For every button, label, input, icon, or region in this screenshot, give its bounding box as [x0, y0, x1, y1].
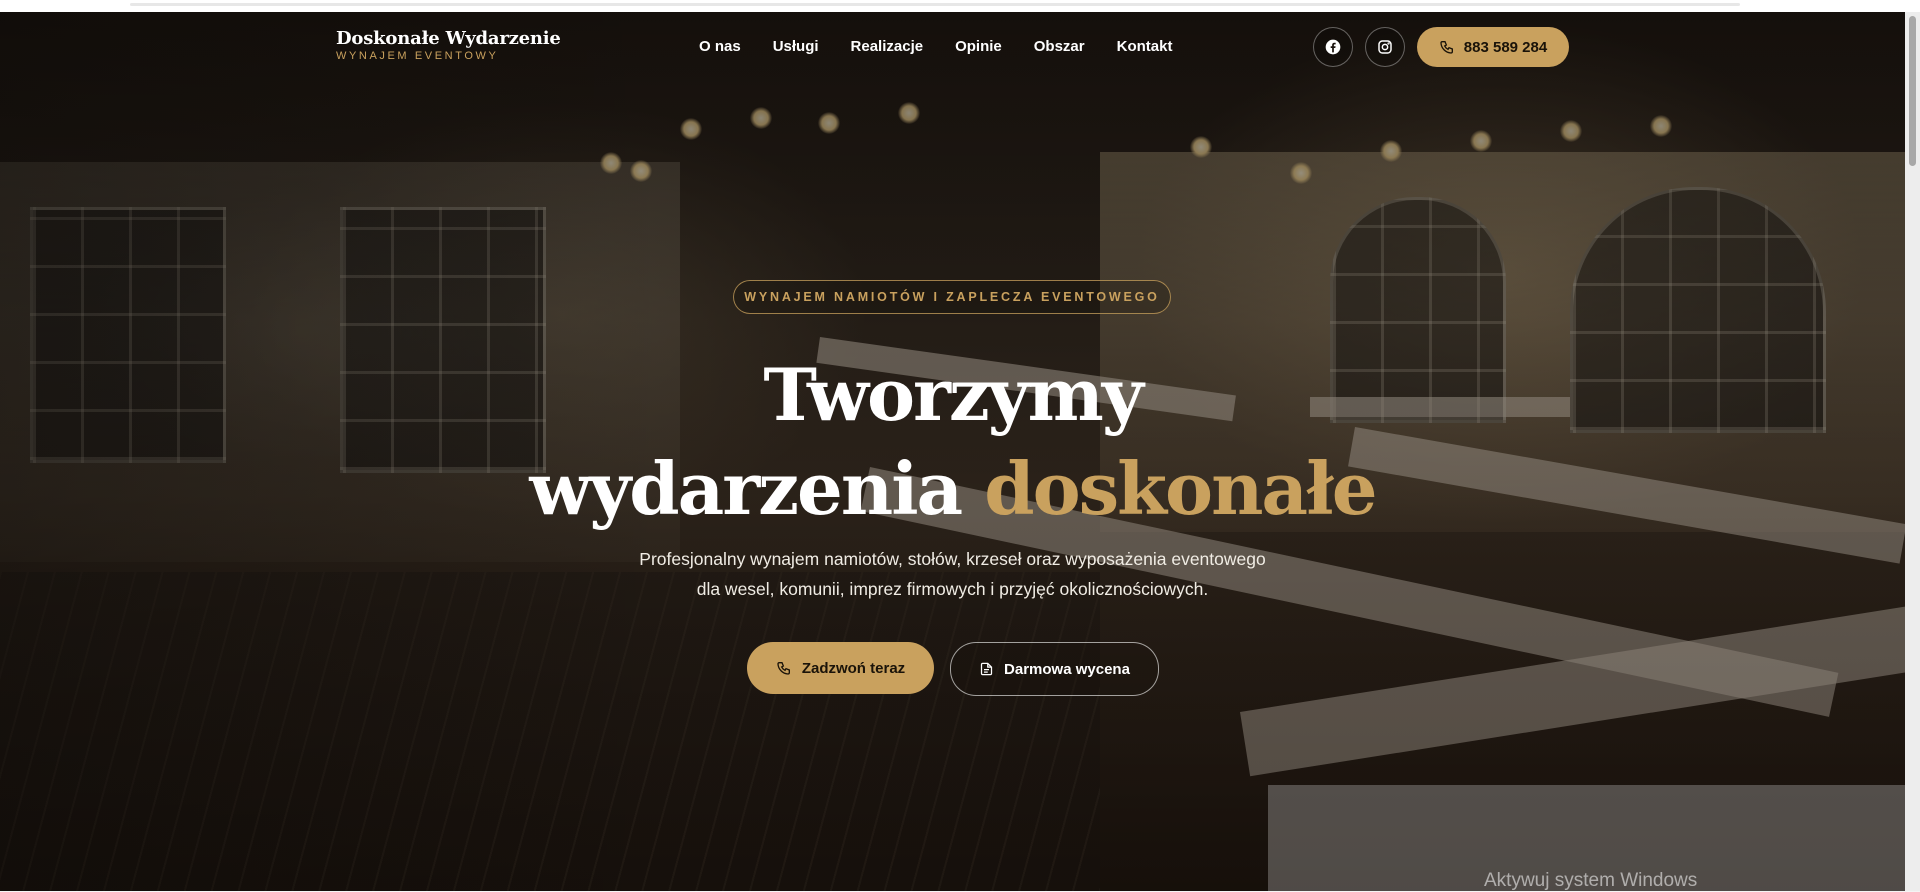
- hero-title: Tworzymy wydarzenia doskonałe: [460, 348, 1445, 536]
- brand-logo[interactable]: Doskonałe Wydarzenie WYNAJEM EVENTOWY: [336, 28, 561, 62]
- nav-item-opinie[interactable]: Opinie: [955, 38, 1002, 55]
- nav-item-obszar[interactable]: Obszar: [1034, 38, 1085, 55]
- document-icon: [980, 662, 993, 676]
- site-header: Doskonałe Wydarzenie WYNAJEM EVENTOWY O …: [0, 12, 1905, 82]
- instagram-icon: [1378, 40, 1392, 54]
- hero-description-line1: Profesjonalny wynajem namiotów, stołów, …: [639, 549, 1266, 569]
- call-now-label: Zadzwoń teraz: [801, 659, 906, 677]
- nav-item-realizacje[interactable]: Realizacje: [851, 38, 924, 55]
- facebook-icon: [1325, 39, 1341, 55]
- hero-title-line1: Tworzymy: [763, 352, 1143, 437]
- free-quote-label: Darmowa wycena: [1004, 660, 1130, 678]
- page-scrollbar[interactable]: [1905, 12, 1920, 891]
- hero-badge-text: WYNAJEM NAMIOTÓW I ZAPLECZA EVENTOWEGO: [744, 290, 1160, 304]
- hero-description-line2: dla wesel, komunii, imprez firmowych i p…: [696, 579, 1209, 599]
- phone-icon: [1440, 41, 1453, 54]
- scrollbar-thumb[interactable]: [1909, 16, 1916, 166]
- brand-subtitle: WYNAJEM EVENTOWY: [336, 50, 499, 62]
- free-quote-button[interactable]: Darmowa wycena: [950, 642, 1159, 696]
- nav-item-kontakt[interactable]: Kontakt: [1117, 38, 1173, 55]
- hero-title-line2: wydarzenia: [529, 446, 985, 531]
- browser-top-strip: [0, 0, 1920, 12]
- header-phone-number: 883 589 284: [1463, 38, 1548, 56]
- landing-page: Doskonałe Wydarzenie WYNAJEM EVENTOWY O …: [0, 12, 1905, 891]
- phone-icon: [777, 662, 790, 675]
- main-nav: O nas Usługi Realizacje Opinie Obszar Ko…: [699, 38, 1204, 55]
- instagram-button[interactable]: [1365, 27, 1405, 67]
- windows-activation-watermark: Aktywuj system Windows: [1484, 870, 1698, 891]
- browser-tab-hint: [130, 3, 1740, 6]
- nav-item-o-nas[interactable]: O nas: [699, 38, 741, 55]
- hero-badge: WYNAJEM NAMIOTÓW I ZAPLECZA EVENTOWEGO: [733, 280, 1171, 314]
- hero-description: Profesjonalny wynajem namiotów, stołów, …: [560, 544, 1345, 604]
- brand-title: Doskonałe Wydarzenie: [336, 28, 561, 49]
- header-phone-button[interactable]: 883 589 284: [1417, 27, 1569, 67]
- hero-title-accent: doskonałe: [984, 446, 1377, 531]
- facebook-button[interactable]: [1313, 27, 1353, 67]
- call-now-button[interactable]: Zadzwoń teraz: [747, 642, 934, 694]
- nav-item-uslugi[interactable]: Usługi: [773, 38, 819, 55]
